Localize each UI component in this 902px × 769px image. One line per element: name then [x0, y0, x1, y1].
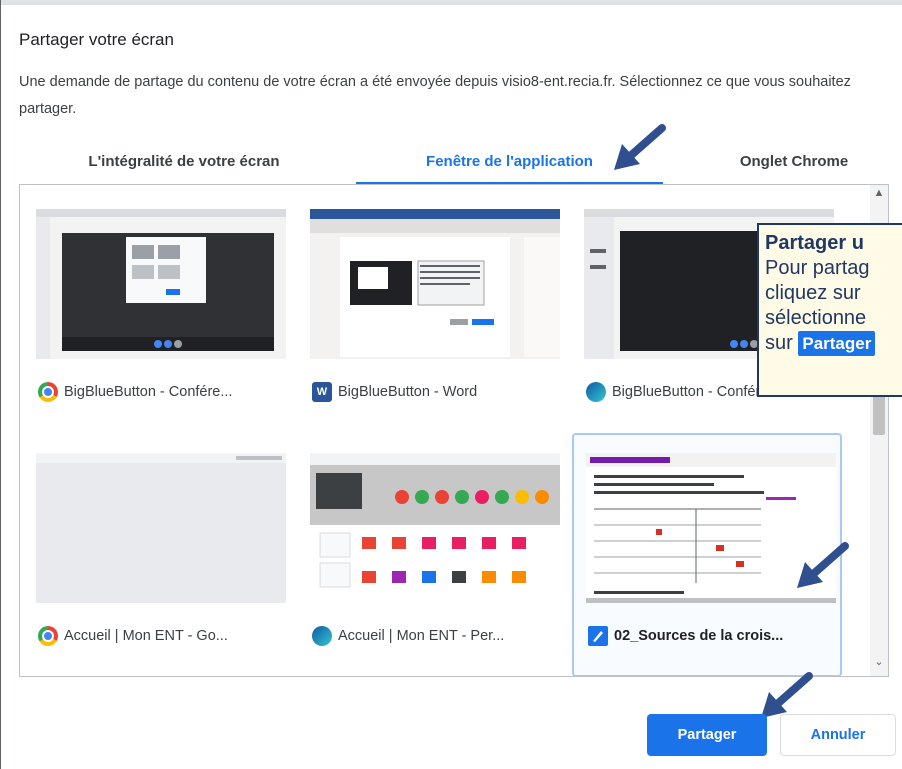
- share-button[interactable]: Partager: [647, 714, 767, 756]
- window-label: Accueil | Mon ENT - Per...: [312, 625, 562, 647]
- chrome-icon: [38, 626, 58, 646]
- window-title: Accueil | Mon ENT - Go...: [64, 628, 228, 644]
- window-thumbnail: [36, 209, 286, 359]
- window-tile[interactable]: W BigBlueButton - Word: [298, 191, 568, 431]
- tab-chrome-tab[interactable]: Onglet Chrome: [699, 147, 889, 185]
- help-callout: Partager u Pour partag cliquez sur sélec…: [757, 223, 902, 397]
- dialog-title: Partager votre écran: [19, 30, 174, 49]
- callout-title: Partager u: [765, 232, 864, 254]
- window-label: BigBlueButton - Confére...: [38, 381, 288, 403]
- window-label: 02_Sources de la crois...: [588, 625, 838, 647]
- window-label: Accueil | Mon ENT - Go...: [38, 625, 288, 647]
- annotation-arrow-icon: [797, 542, 849, 588]
- edge-icon: [312, 626, 332, 646]
- window-title: BigBlueButton - Confére...: [612, 384, 781, 400]
- window-title: BigBlueButton - Word: [338, 384, 478, 400]
- window-tile[interactable]: Accueil | Mon ENT - Go...: [24, 435, 294, 675]
- annotation-arrow-icon: [614, 124, 666, 170]
- window-thumbnail: [310, 453, 560, 603]
- callout-text: sur: [765, 332, 793, 354]
- callout-button-pill: Partager: [798, 331, 876, 356]
- window-tile[interactable]: Accueil | Mon ENT - Per...: [298, 435, 568, 675]
- tab-entire-screen[interactable]: L'intégralité de votre écran: [39, 147, 329, 185]
- scroll-up-icon[interactable]: ▲: [870, 187, 888, 199]
- window-tile[interactable]: BigBlueButton - Confére...: [24, 191, 294, 431]
- window-thumbnail: [36, 453, 286, 603]
- callout-line: Pour partag: [765, 257, 870, 279]
- window-top-edge: [0, 0, 902, 5]
- callout-line: sur Partager: [765, 331, 902, 356]
- callout-line: sélectionne: [765, 307, 867, 329]
- window-title: Accueil | Mon ENT - Per...: [338, 628, 505, 644]
- edge-icon: [586, 382, 606, 402]
- callout-line: cliquez sur: [765, 282, 861, 304]
- chevron-down-icon[interactable]: ⌄: [870, 655, 888, 668]
- source-tabs: L'intégralité de votre écran Fenêtre de …: [39, 147, 889, 185]
- window-left-edge: [0, 0, 1, 769]
- cancel-button[interactable]: Annuler: [780, 714, 896, 756]
- word-icon: W: [312, 382, 332, 402]
- window-thumbnail: [310, 209, 560, 359]
- window-label: W BigBlueButton - Word: [312, 381, 562, 403]
- chrome-icon: [38, 382, 58, 402]
- window-title: 02_Sources de la crois...: [614, 628, 784, 644]
- dialog-description: Une demande de partage du contenu de vot…: [19, 74, 851, 117]
- window-title: BigBlueButton - Confére...: [64, 384, 233, 400]
- notes-icon: [588, 626, 608, 646]
